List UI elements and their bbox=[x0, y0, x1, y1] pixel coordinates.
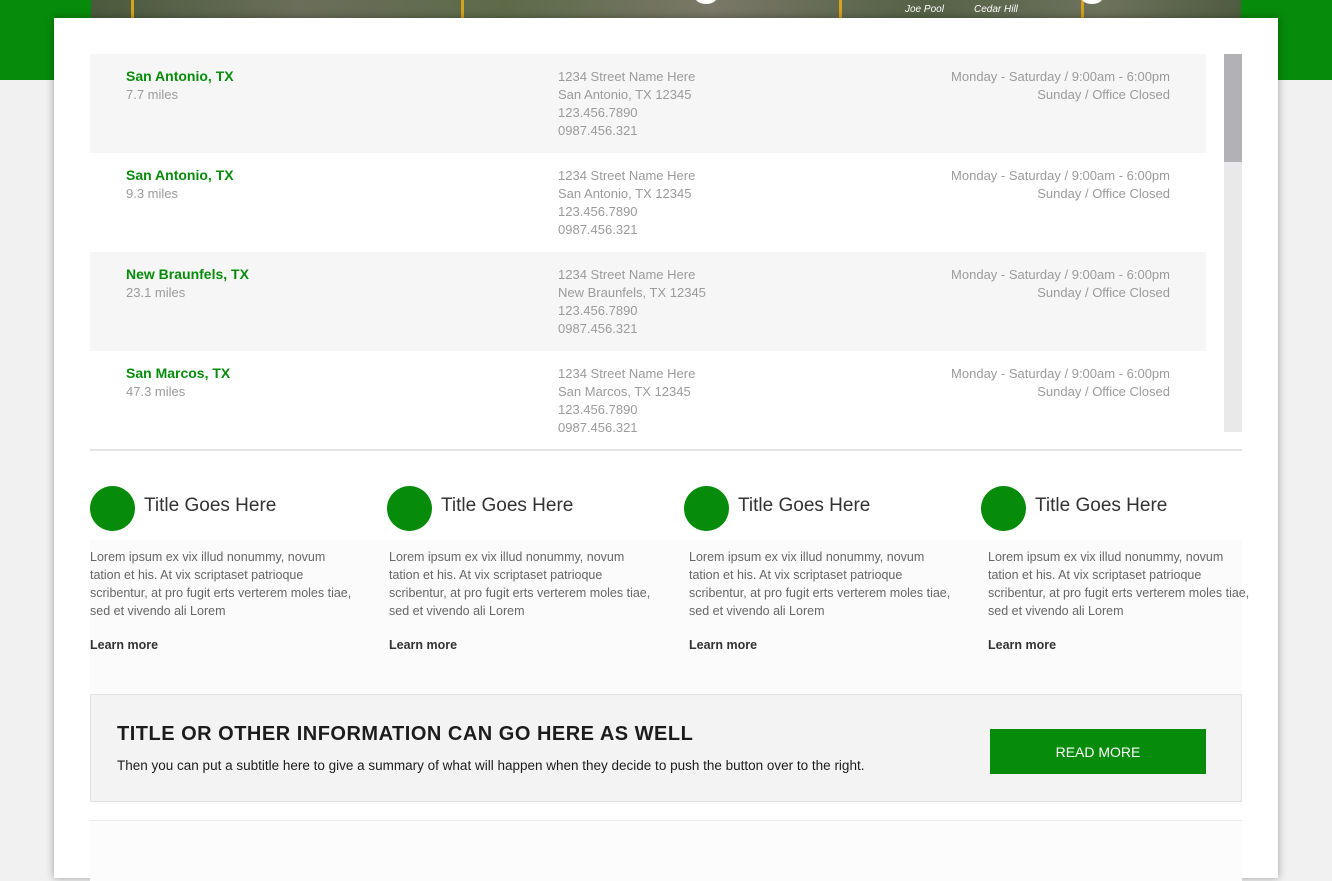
location-distance: 9.3 miles bbox=[126, 186, 179, 201]
location-address: 1234 Street Name Here San Antonio, TX 12… bbox=[558, 68, 695, 140]
hours-sunday: Sunday / Office Closed bbox=[1037, 186, 1170, 201]
address-street: 1234 Street Name Here bbox=[558, 366, 696, 381]
location-row[interactable]: San Antonio, TX 9.3 miles 1234 Street Na… bbox=[90, 153, 1206, 252]
hours-sunday: Sunday / Office Closed bbox=[1037, 384, 1170, 399]
address-phone: 123.456.7890 bbox=[558, 105, 638, 120]
hours-sunday: Sunday / Office Closed bbox=[1037, 285, 1170, 300]
hours-weekday: Monday - Saturday / 9:00am - 6:00pm bbox=[951, 267, 1170, 282]
learn-more-link[interactable]: Learn more bbox=[689, 638, 757, 652]
learn-more-link[interactable]: Learn more bbox=[389, 638, 457, 652]
map-view[interactable]: Joe Pool Cedar Hill bbox=[91, 0, 1241, 18]
address-phone: 123.456.7890 bbox=[558, 303, 638, 318]
read-more-button[interactable]: READ MORE bbox=[990, 729, 1206, 774]
location-distance: 7.7 miles bbox=[126, 87, 179, 102]
map-label: Cedar Hill bbox=[974, 4, 1018, 15]
address-city: New Braunfels, TX 12345 bbox=[558, 285, 706, 300]
address-street: 1234 Street Name Here bbox=[558, 267, 696, 282]
location-distance: 23.1 miles bbox=[126, 285, 186, 300]
feature-circle-icon bbox=[981, 486, 1026, 531]
feature-title: Title Goes Here bbox=[441, 495, 574, 516]
cta-subtitle: Then you can put a subtitle here to give… bbox=[117, 758, 865, 773]
address-phone-alt: 0987.456.321 bbox=[558, 321, 638, 336]
address-phone-alt: 0987.456.321 bbox=[558, 123, 638, 138]
location-row[interactable]: New Braunfels, TX 23.1 miles 1234 Street… bbox=[90, 252, 1206, 351]
next-section bbox=[90, 821, 1242, 881]
map-road bbox=[839, 0, 842, 18]
address-street: 1234 Street Name Here bbox=[558, 168, 696, 183]
feature-circle-icon bbox=[90, 486, 135, 531]
location-city-link[interactable]: New Braunfels, TX bbox=[126, 266, 249, 282]
learn-more-link[interactable]: Learn more bbox=[90, 638, 158, 652]
feature-text: Lorem ipsum ex vix illud nonummy, novum … bbox=[90, 550, 352, 618]
location-address: 1234 Street Name Here New Braunfels, TX … bbox=[558, 266, 706, 338]
feature-title: Title Goes Here bbox=[738, 495, 871, 516]
feature-circle-icon bbox=[387, 486, 432, 531]
location-hours: Monday - Saturday / 9:00am - 6:00pm Sund… bbox=[951, 266, 1170, 302]
map-road bbox=[461, 0, 464, 18]
location-list[interactable]: San Antonio, TX 7.7 miles 1234 Street Na… bbox=[90, 54, 1206, 432]
map-label: Joe Pool bbox=[905, 4, 944, 15]
location-hours: Monday - Saturday / 9:00am - 6:00pm Sund… bbox=[951, 68, 1170, 104]
location-city-link[interactable]: San Marcos, TX bbox=[126, 365, 230, 381]
feature-circle-icon bbox=[684, 486, 729, 531]
hours-sunday: Sunday / Office Closed bbox=[1037, 87, 1170, 102]
feature-title: Title Goes Here bbox=[144, 495, 277, 516]
address-street: 1234 Street Name Here bbox=[558, 69, 696, 84]
cta-title: TITLE OR OTHER INFORMATION CAN GO HERE A… bbox=[117, 723, 694, 745]
location-distance: 47.3 miles bbox=[126, 384, 186, 399]
address-phone-alt: 0987.456.321 bbox=[558, 222, 638, 237]
feature-text: Lorem ipsum ex vix illud nonummy, novum … bbox=[389, 550, 651, 618]
location-row[interactable]: San Marcos, TX 47.3 miles 1234 Street Na… bbox=[90, 351, 1206, 432]
address-city: San Antonio, TX 12345 bbox=[558, 87, 692, 102]
map-marker-icon[interactable] bbox=[1081, 0, 1103, 4]
map-road bbox=[131, 0, 134, 18]
map-marker-icon[interactable] bbox=[695, 0, 717, 4]
location-list-scrollbar[interactable] bbox=[1224, 54, 1242, 432]
location-hours: Monday - Saturday / 9:00am - 6:00pm Sund… bbox=[951, 167, 1170, 203]
address-phone-alt: 0987.456.321 bbox=[558, 420, 638, 432]
address-phone: 123.456.7890 bbox=[558, 204, 638, 219]
hours-weekday: Monday - Saturday / 9:00am - 6:00pm bbox=[951, 168, 1170, 183]
location-address: 1234 Street Name Here San Antonio, TX 12… bbox=[558, 167, 695, 239]
location-hours: Monday - Saturday / 9:00am - 6:00pm Sund… bbox=[951, 365, 1170, 401]
hours-weekday: Monday - Saturday / 9:00am - 6:00pm bbox=[951, 366, 1170, 381]
location-city-link[interactable]: San Antonio, TX bbox=[126, 167, 234, 183]
location-address: 1234 Street Name Here San Marcos, TX 123… bbox=[558, 365, 695, 432]
address-city: San Marcos, TX 12345 bbox=[558, 384, 691, 399]
call-to-action-banner: TITLE OR OTHER INFORMATION CAN GO HERE A… bbox=[90, 694, 1242, 802]
content-card: San Antonio, TX 7.7 miles 1234 Street Na… bbox=[54, 18, 1278, 881]
learn-more-link[interactable]: Learn more bbox=[988, 638, 1056, 652]
location-city-link[interactable]: San Antonio, TX bbox=[126, 68, 234, 84]
feature-text: Lorem ipsum ex vix illud nonummy, novum … bbox=[689, 550, 951, 618]
section-divider bbox=[90, 449, 1242, 451]
location-row[interactable]: San Antonio, TX 7.7 miles 1234 Street Na… bbox=[90, 54, 1206, 153]
address-phone: 123.456.7890 bbox=[558, 402, 638, 417]
address-city: San Antonio, TX 12345 bbox=[558, 186, 692, 201]
hours-weekday: Monday - Saturday / 9:00am - 6:00pm bbox=[951, 69, 1170, 84]
feature-title: Title Goes Here bbox=[1035, 495, 1168, 516]
scrollbar-thumb[interactable] bbox=[1224, 54, 1242, 162]
map-road bbox=[1081, 0, 1084, 18]
feature-text: Lorem ipsum ex vix illud nonummy, novum … bbox=[988, 550, 1250, 618]
